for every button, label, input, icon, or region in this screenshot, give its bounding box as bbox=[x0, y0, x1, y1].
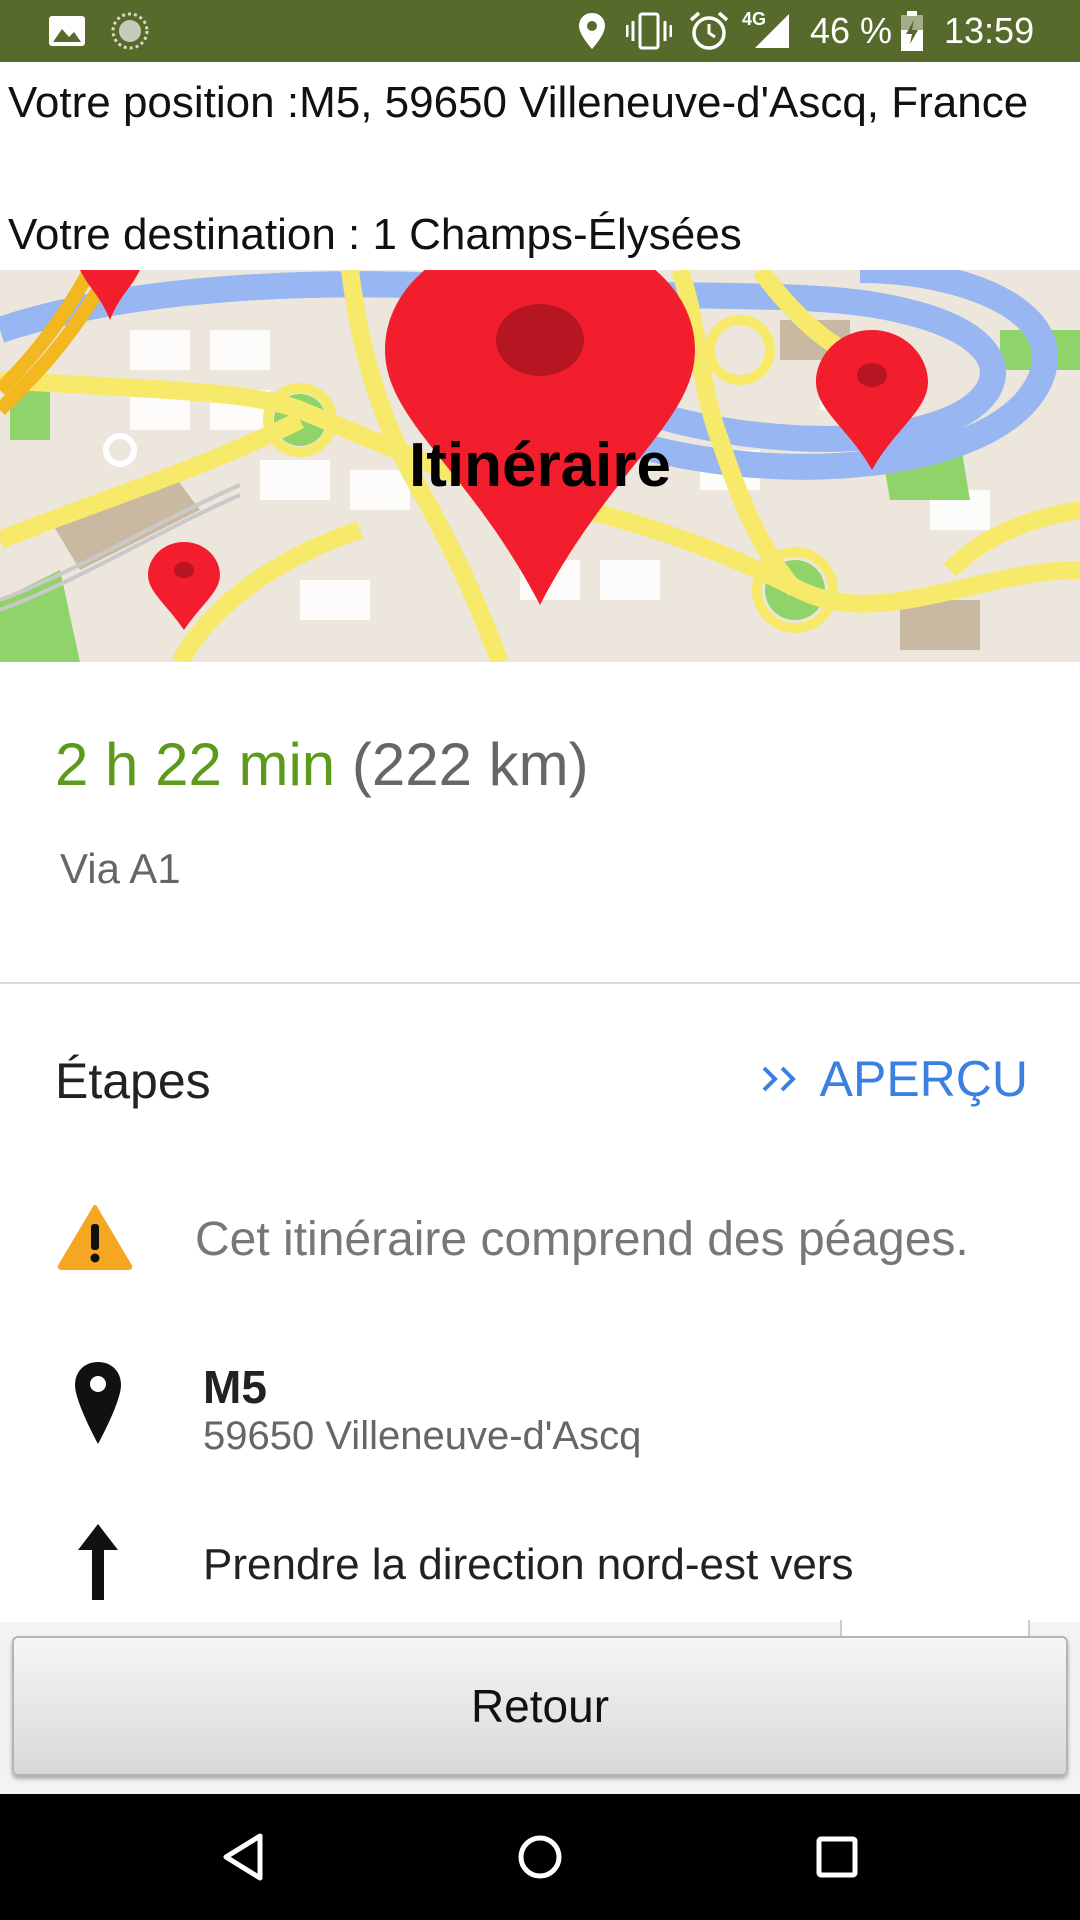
route-distance: (222 km) bbox=[351, 731, 589, 798]
image-icon bbox=[48, 0, 86, 62]
step-start-subtitle: 59650 Villeneuve-d'Ascq bbox=[203, 1414, 642, 1458]
destination: Votre destination : 1 Champs-Élysées bbox=[8, 210, 742, 259]
map-banner[interactable]: Itinéraire bbox=[0, 270, 1080, 662]
vibrate-icon bbox=[626, 0, 672, 62]
warning-text: Cet itinéraire comprend des péages. bbox=[195, 1213, 969, 1266]
alarm-icon bbox=[688, 0, 730, 62]
signal-icon bbox=[752, 0, 790, 62]
route-summary: 2 h 22 min (222 km) bbox=[55, 730, 589, 799]
status-bar: 4G 46 % 13:59 bbox=[0, 0, 1080, 62]
apercu-button[interactable]: APERÇU bbox=[760, 1050, 1028, 1108]
route-duration: 2 h 22 min bbox=[55, 731, 336, 798]
retour-button[interactable]: Retour bbox=[12, 1636, 1068, 1776]
map-label: Itinéraire bbox=[409, 431, 671, 500]
recents-icon[interactable] bbox=[802, 1822, 872, 1892]
toll-warning: Cet itinéraire comprend des péages. bbox=[55, 1200, 1055, 1280]
step-direction-text: Prendre la direction nord-est vers bbox=[203, 1540, 854, 1589]
location-icon bbox=[578, 0, 606, 62]
home-icon[interactable] bbox=[505, 1822, 575, 1892]
battery-icon bbox=[900, 0, 924, 62]
clock: 13:59 bbox=[944, 10, 1035, 51]
route-via: Via A1 bbox=[60, 845, 181, 892]
battery-percent: 46 % bbox=[810, 10, 893, 51]
apercu-label: APERÇU bbox=[819, 1051, 1028, 1107]
system-nav-bar bbox=[0, 1794, 1080, 1920]
divider bbox=[0, 982, 1080, 984]
steps-title: Étapes bbox=[55, 1053, 211, 1109]
warning-icon bbox=[57, 1205, 133, 1270]
double-chevron-right-icon bbox=[760, 1050, 800, 1108]
back-icon[interactable] bbox=[208, 1822, 278, 1892]
step-start[interactable]: M5 59650 Villeneuve-d'Ascq bbox=[70, 1360, 1070, 1480]
step-direction[interactable]: Prendre la direction nord-est vers bbox=[70, 1520, 1070, 1600]
circle-notification-icon bbox=[110, 0, 150, 62]
arrow-up-icon bbox=[78, 1524, 118, 1600]
step-start-title: M5 bbox=[203, 1361, 267, 1413]
location-pin-icon bbox=[75, 1362, 121, 1444]
current-position: Votre position :M5, 59650 Villeneuve-d'A… bbox=[8, 78, 1029, 127]
